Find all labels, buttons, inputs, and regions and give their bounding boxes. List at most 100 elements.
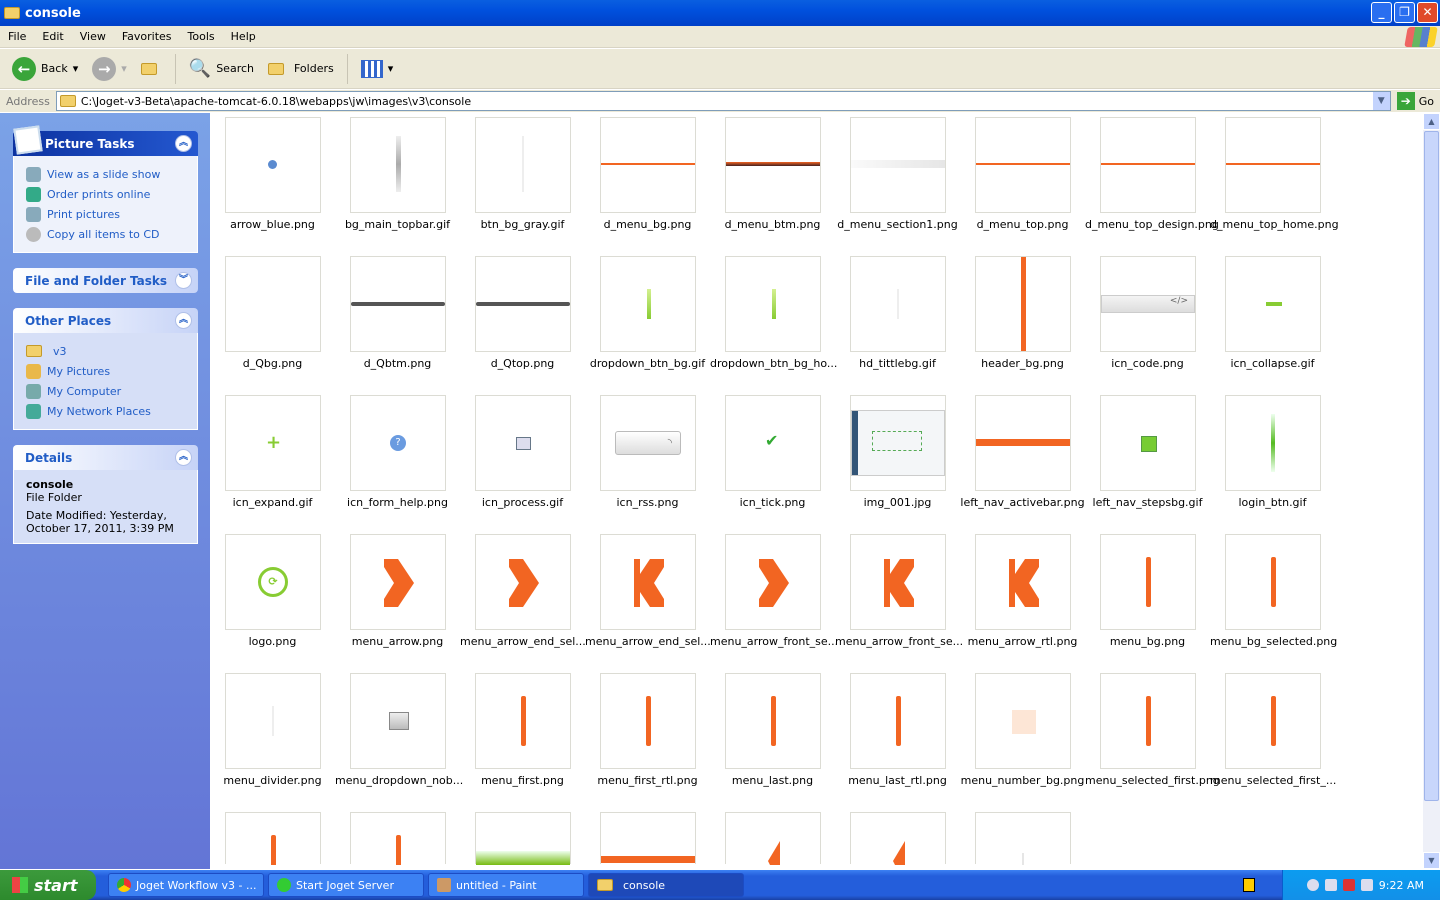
file-item[interactable]: d_menu_btm.png — [710, 113, 835, 252]
file-item[interactable]: menu_arrow_end_sel... — [460, 530, 586, 669]
other-places-header[interactable]: Other Places ︽ — [13, 308, 198, 333]
menu-help[interactable]: Help — [223, 30, 264, 43]
scrollbar-thumb[interactable] — [1424, 131, 1439, 801]
file-item[interactable]: icn_collapse.gif — [1210, 252, 1335, 391]
file-item[interactable]: menu_divider.png — [210, 669, 335, 808]
my-network-places-link[interactable]: My Network Places — [26, 401, 185, 421]
wireless-tray-icon[interactable] — [1360, 879, 1373, 891]
file-item[interactable]: header_bg.png — [960, 252, 1085, 391]
task-joget-workflow[interactable]: Joget Workflow v3 - ... — [108, 873, 264, 897]
my-computer-link[interactable]: My Computer — [26, 381, 185, 401]
file-item[interactable]: menu_selected_first_... — [1210, 669, 1336, 808]
menu-edit[interactable]: Edit — [34, 30, 71, 43]
file-item[interactable]: menu_arrow.png — [335, 530, 460, 669]
search-button[interactable]: 🔍 Search — [185, 56, 258, 81]
file-item[interactable]: bg_main_topbar.gif — [335, 113, 460, 252]
file-item[interactable]: d_menu_top_home.png — [1210, 113, 1339, 252]
scroll-down-button[interactable]: ▼ — [1423, 852, 1440, 869]
go-button[interactable]: ➔ Go — [1391, 92, 1440, 110]
file-item[interactable]: img_001.jpg — [835, 391, 960, 530]
file-item[interactable]: menu_bg.png — [1085, 530, 1210, 669]
file-item[interactable]: + icn_expand.gif — [210, 391, 335, 530]
file-item[interactable]: icn_process.gif — [460, 391, 585, 530]
file-item[interactable] — [335, 808, 460, 865]
collapse-chevron-icon[interactable]: ︽ — [175, 449, 192, 466]
file-item[interactable]: menu_last.png — [710, 669, 835, 808]
file-item[interactable]: hd_tittlebg.gif — [835, 252, 960, 391]
clock[interactable]: 9:22 AM — [1379, 879, 1424, 892]
file-item[interactable]: menu_arrow_front_se... — [710, 530, 838, 669]
print-pictures-link[interactable]: Print pictures — [26, 204, 185, 224]
file-item[interactable]: menu_first_rtl.png — [585, 669, 710, 808]
file-item[interactable]: menu_last_rtl.png — [835, 669, 960, 808]
file-item[interactable]: login_btn.gif — [1210, 391, 1335, 530]
order-prints-link[interactable]: Order prints online — [26, 184, 185, 204]
views-button[interactable]: ▾ — [357, 58, 398, 80]
file-item[interactable]: d_menu_top_design.png — [1085, 113, 1219, 252]
file-item[interactable]: menu_bg_selected.png — [1210, 530, 1337, 669]
file-item[interactable]: ✔ icn_tick.png — [710, 391, 835, 530]
place-v3-link[interactable]: v3 — [26, 341, 185, 361]
task-start-joget-server[interactable]: Start Joget Server — [268, 873, 424, 897]
file-item[interactable]: menu_number_bg.png — [960, 669, 1085, 808]
file-item[interactable] — [960, 808, 1085, 865]
file-item[interactable]: arrow_blue.png — [210, 113, 335, 252]
file-item[interactable]: left_nav_stepsbg.gif — [1085, 391, 1210, 530]
picture-tasks-header[interactable]: Picture Tasks ︽ — [13, 125, 198, 156]
file-item[interactable]: menu_first.png — [460, 669, 585, 808]
back-dropdown-icon[interactable]: ▾ — [73, 62, 79, 75]
file-item[interactable]: dropdown_btn_bg.gif — [585, 252, 710, 391]
scroll-up-button[interactable]: ▲ — [1423, 113, 1440, 130]
folders-button[interactable]: Folders — [264, 60, 338, 77]
close-button[interactable]: ✕ — [1417, 2, 1438, 23]
expand-chevron-icon[interactable]: ︾ — [175, 272, 192, 289]
maximize-button[interactable]: ❐ — [1394, 2, 1415, 23]
file-item[interactable]: d_Qbg.png — [210, 252, 335, 391]
file-item[interactable]: ◝ icn_rss.png — [585, 391, 710, 530]
back-button[interactable]: ← Back ▾ — [8, 55, 82, 83]
file-item[interactable] — [710, 808, 835, 865]
security-tray-icon[interactable] — [1342, 879, 1355, 891]
copy-to-cd-link[interactable]: Copy all items to CD — [26, 224, 185, 244]
file-item[interactable]: d_menu_top.png — [960, 113, 1085, 252]
vertical-scrollbar[interactable]: ▲ ▼ — [1423, 113, 1440, 869]
tray-expand-icon[interactable] — [1306, 879, 1319, 891]
start-button[interactable]: start — [0, 870, 96, 900]
file-item[interactable] — [835, 808, 960, 865]
address-dropdown-icon[interactable]: ▼ — [1372, 92, 1390, 110]
view-slideshow-link[interactable]: View as a slide show — [26, 164, 185, 184]
address-input[interactable]: C:\Joget-v3-Beta\apache-tomcat-6.0.18\we… — [55, 91, 1391, 111]
file-item[interactable]: d_menu_bg.png — [585, 113, 710, 252]
file-item[interactable]: </> icn_code.png — [1085, 252, 1210, 391]
file-folder-tasks-header[interactable]: File and Folder Tasks ︾ — [13, 268, 198, 293]
file-item[interactable] — [460, 808, 585, 865]
file-item[interactable]: ? icn_form_help.png — [335, 391, 460, 530]
file-item[interactable]: menu_arrow_front_se... — [835, 530, 963, 669]
minimize-button[interactable]: _ — [1371, 2, 1392, 23]
file-item[interactable]: menu_selected_first.png — [1085, 669, 1220, 808]
task-console[interactable]: console — [588, 873, 744, 897]
file-item[interactable]: left_nav_activebar.png — [960, 391, 1085, 530]
file-item[interactable]: menu_dropdown_nob... — [335, 669, 463, 808]
file-item[interactable]: d_menu_section1.png — [835, 113, 960, 252]
my-pictures-link[interactable]: My Pictures — [26, 361, 185, 381]
file-item[interactable]: dropdown_btn_bg_ho... — [710, 252, 837, 391]
collapse-chevron-icon[interactable]: ︽ — [175, 135, 192, 152]
details-header[interactable]: Details ︽ — [13, 445, 198, 470]
collapse-chevron-icon[interactable]: ︽ — [175, 312, 192, 329]
file-item[interactable]: ⟳ logo.png — [210, 530, 335, 669]
network-tray-icon[interactable] — [1324, 879, 1337, 891]
file-item[interactable]: btn_bg_gray.gif — [460, 113, 585, 252]
menu-tools[interactable]: Tools — [180, 30, 223, 43]
file-item[interactable]: d_Qtop.png — [460, 252, 585, 391]
file-item[interactable] — [585, 808, 710, 864]
file-item[interactable] — [210, 808, 335, 865]
up-folder-button[interactable] — [137, 61, 166, 77]
file-item[interactable]: menu_arrow_rtl.png — [960, 530, 1085, 669]
file-item[interactable]: menu_arrow_end_sel... — [585, 530, 711, 669]
forward-button[interactable]: → ▾ — [88, 55, 131, 83]
menu-favorites[interactable]: Favorites — [114, 30, 180, 43]
help-tray-icon[interactable] — [1243, 878, 1255, 892]
task-paint[interactable]: untitled - Paint — [428, 873, 584, 897]
menu-view[interactable]: View — [72, 30, 114, 43]
